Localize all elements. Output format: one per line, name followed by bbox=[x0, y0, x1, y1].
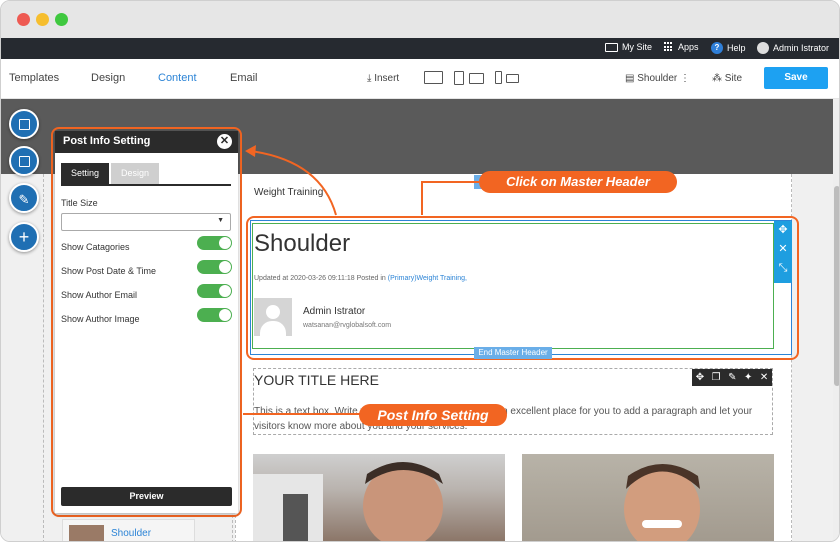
master-header-leader-line bbox=[421, 181, 479, 215]
app-window: My Site Apps ? Help Admin Istrator Templ… bbox=[0, 0, 840, 542]
annotation-arrows bbox=[243, 145, 479, 415]
callout-post-info: Post Info Setting bbox=[359, 404, 507, 426]
callout-master-header: Click on Master Header bbox=[479, 171, 677, 193]
arrow-to-panel bbox=[250, 150, 337, 216]
arrowhead-icon bbox=[245, 145, 256, 157]
